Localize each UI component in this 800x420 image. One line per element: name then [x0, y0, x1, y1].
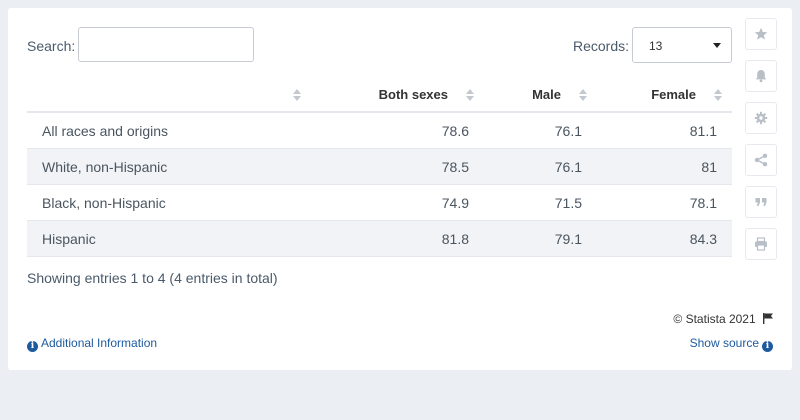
cell-both-sexes: 74.9 [311, 184, 484, 221]
quote-icon [755, 198, 767, 206]
cell-female: 84.3 [597, 220, 732, 257]
row-label: Black, non-Hispanic [27, 184, 311, 221]
cell-both-sexes: 78.5 [311, 148, 484, 185]
table-row: White, non-Hispanic 78.5 76.1 81 [27, 148, 732, 185]
sort-icon [293, 89, 301, 101]
table-header-row: Both sexes Male Female [27, 78, 732, 113]
share-button[interactable] [745, 144, 777, 176]
cell-male: 76.1 [484, 112, 597, 149]
data-table: Both sexes Male Female All races and ori… [27, 78, 732, 257]
table-row: All races and origins 78.6 76.1 81.1 [27, 112, 732, 149]
column-header-male[interactable]: Male [484, 78, 597, 113]
search-input[interactable] [78, 27, 254, 62]
cite-button[interactable] [745, 186, 777, 218]
statistic-card: Search: Records: 13 Both sexes Male Fema… [8, 8, 792, 370]
cell-female: 81 [597, 148, 732, 185]
cell-male: 76.1 [484, 148, 597, 185]
side-toolbar [745, 18, 779, 270]
column-header-label[interactable] [27, 78, 311, 113]
star-icon [754, 27, 768, 40]
copyright-text: © Statista 2021 [673, 312, 756, 326]
cell-both-sexes: 78.6 [311, 112, 484, 149]
table-row: Hispanic 81.8 79.1 84.3 [27, 220, 732, 257]
sort-icon [579, 89, 587, 101]
notification-button[interactable] [745, 60, 777, 92]
bell-icon [755, 70, 767, 83]
row-label: Hispanic [27, 220, 311, 257]
chevron-down-icon [713, 43, 721, 48]
info-icon: i [27, 341, 38, 352]
cell-both-sexes: 81.8 [311, 220, 484, 257]
favorite-button[interactable] [745, 18, 777, 50]
additional-information-label: Additional Information [41, 336, 158, 350]
show-source-link[interactable]: Show source i [690, 336, 773, 352]
search-label: Search: [27, 38, 76, 54]
print-button[interactable] [745, 228, 777, 260]
column-header-female[interactable]: Female [597, 78, 732, 113]
column-header-both-sexes[interactable]: Both sexes [311, 78, 484, 113]
cell-female: 78.1 [597, 184, 732, 221]
gear-icon [754, 111, 768, 125]
records-selected-value: 13 [649, 39, 663, 53]
sort-icon [714, 89, 722, 101]
row-label: White, non-Hispanic [27, 148, 311, 185]
records-select[interactable]: 13 [632, 27, 732, 63]
cell-male: 79.1 [484, 220, 597, 257]
copyright-notice: © Statista 2021 [673, 312, 773, 326]
print-icon [755, 237, 767, 251]
cell-male: 71.5 [484, 184, 597, 221]
info-icon: i [762, 341, 773, 352]
table-row: Black, non-Hispanic 74.9 71.5 78.1 [27, 184, 732, 221]
records-label: Records: [573, 38, 630, 54]
show-source-label: Show source [689, 336, 759, 350]
settings-button[interactable] [745, 102, 777, 134]
share-icon [754, 153, 768, 167]
row-label: All races and origins [27, 112, 311, 149]
additional-information-link[interactable]: i Additional Information [27, 336, 157, 352]
sort-icon [466, 89, 474, 101]
cell-female: 81.1 [597, 112, 732, 149]
entries-summary: Showing entries 1 to 4 (4 entries in tot… [27, 270, 278, 286]
flag-icon[interactable] [763, 313, 773, 324]
